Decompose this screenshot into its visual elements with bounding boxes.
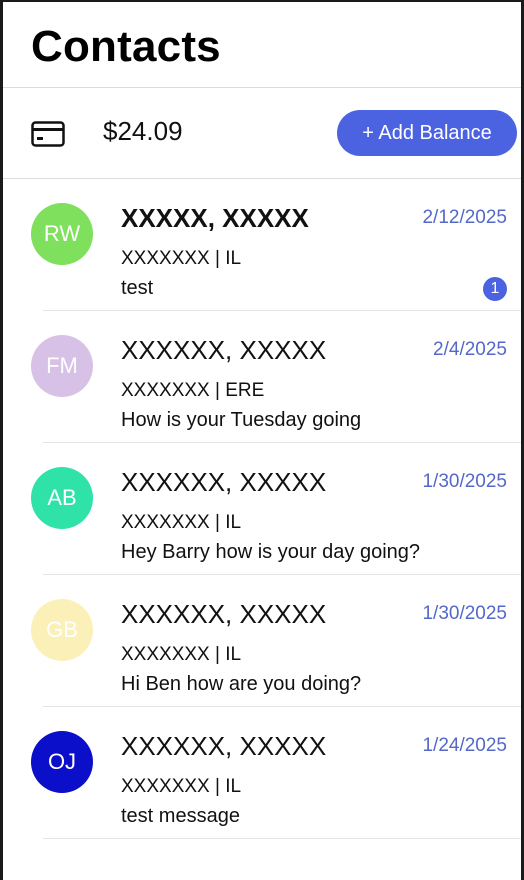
message-preview: test message — [121, 805, 240, 827]
balance-amount: $24.09 — [103, 116, 183, 146]
message-date: 1/24/2025 — [422, 735, 507, 756]
avatar: AB — [31, 467, 93, 529]
contact-name: XXXXXX, XXXXX — [121, 731, 327, 761]
contact-name: XXXXXX, XXXXX — [121, 599, 327, 629]
app-screen: Contacts $24.09 + Add Balance RW XXXXX, … — [0, 0, 524, 880]
contact-subtitle: XXXXXXX | ERE — [121, 380, 265, 401]
contact-subtitle: XXXXXXX | IL — [121, 248, 242, 269]
contact-name: XXXXX, XXXXX — [121, 203, 309, 233]
message-date: 2/12/2025 — [422, 207, 507, 228]
avatar: OJ — [31, 731, 93, 793]
avatar: GB — [31, 599, 93, 661]
contact-row[interactable]: RW XXXXX, XXXXX 2/12/2025 XXXXXXX | IL t… — [3, 179, 521, 311]
avatar: RW — [31, 203, 93, 265]
message-preview: How is your Tuesday going — [121, 409, 362, 431]
contact-row[interactable]: AB XXXXXX, XXXXX 1/30/2025 XXXXXXX | IL … — [3, 443, 521, 575]
contact-subtitle: XXXXXXX | IL — [121, 512, 242, 533]
contact-subtitle: XXXXXXX | IL — [121, 644, 242, 665]
balance-bar: $24.09 + Add Balance — [3, 88, 521, 178]
message-date: 1/30/2025 — [422, 471, 507, 492]
credit-card-icon — [31, 121, 65, 147]
contact-row[interactable]: FM XXXXXX, XXXXX 2/4/2025 XXXXXXX | ERE … — [3, 311, 521, 443]
avatar: FM — [31, 335, 93, 397]
contact-row[interactable]: OJ XXXXXX, XXXXX 1/24/2025 XXXXXXX | IL … — [3, 707, 521, 839]
unread-badge: 1 — [483, 277, 507, 301]
message-preview: test — [121, 277, 154, 299]
row-divider — [43, 838, 521, 839]
page-title: Contacts — [31, 22, 221, 71]
contact-list: RW XXXXX, XXXXX 2/12/2025 XXXXXXX | IL t… — [3, 179, 521, 839]
add-balance-button[interactable]: + Add Balance — [337, 110, 517, 156]
message-date: 2/4/2025 — [433, 339, 507, 360]
message-preview: Hi Ben how are you doing? — [121, 673, 362, 695]
message-date: 1/30/2025 — [422, 603, 507, 624]
contact-row[interactable]: GB XXXXXX, XXXXX 1/30/2025 XXXXXXX | IL … — [3, 575, 521, 707]
message-preview: Hey Barry how is your day going? — [121, 541, 421, 563]
contact-subtitle: XXXXXXX | IL — [121, 776, 242, 797]
contact-name: XXXXXX, XXXXX — [121, 335, 327, 365]
contact-name: XXXXXX, XXXXX — [121, 467, 327, 497]
